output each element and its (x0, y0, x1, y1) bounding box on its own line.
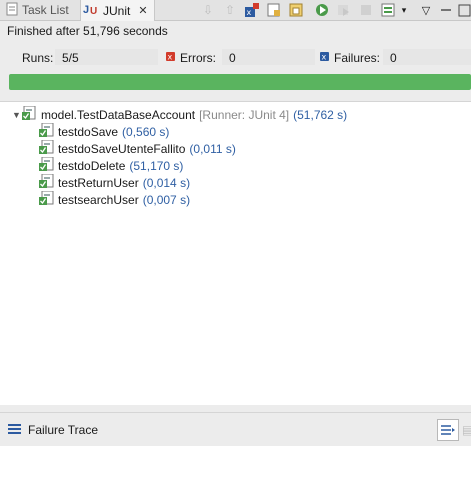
svg-text:J: J (83, 4, 89, 16)
runs-value: 5/5 (55, 49, 158, 65)
failure-trace-body (0, 446, 471, 479)
minimize-icon[interactable] (438, 2, 454, 18)
expand-triangle-icon[interactable]: ▼ (12, 110, 22, 120)
test-time: (0,560 s) (122, 124, 170, 139)
runs-label: Runs: (22, 51, 54, 65)
task-list-icon (6, 2, 18, 19)
test-row[interactable]: testReturnUser (0,014 s) (39, 173, 191, 192)
stop-icon[interactable] (358, 2, 374, 18)
failure-trace-header: Failure Trace ▤ (0, 412, 471, 447)
test-tree: ▼ model.TestDataBaseAccount [Runner: JUn… (0, 101, 471, 405)
run-status-text: Finished after 51,796 seconds (7, 24, 168, 38)
test-pass-icon (39, 156, 55, 175)
rerun-failed-icon[interactable] (336, 2, 352, 18)
failures-value: 0 (383, 49, 471, 65)
close-icon[interactable]: ✕ (138, 4, 147, 17)
test-name: testdoSaveUtenteFallito (58, 141, 186, 156)
test-pass-icon (39, 190, 55, 209)
test-name: testdoDelete (58, 158, 126, 173)
test-row[interactable]: testdoSave (0,560 s) (39, 122, 170, 141)
stack-trace-icon (8, 423, 22, 438)
suite-row[interactable]: ▼ model.TestDataBaseAccount [Runner: JUn… (12, 105, 348, 124)
next-failure-icon[interactable]: ⇩ (200, 2, 216, 18)
view-tab-bar: Task List JU JUnit ✕ ⇩ ⇧ x ▾ ▽ (0, 0, 471, 21)
previous-failure-icon[interactable]: ⇧ (222, 2, 238, 18)
svg-text:U: U (90, 6, 97, 16)
svg-text:x: x (247, 8, 252, 17)
error-icon: x (166, 52, 175, 61)
junit-icon: JU (83, 2, 99, 19)
filter-stack-trace-button[interactable] (437, 419, 459, 441)
suite-runner: [Runner: JUnit 4] (199, 107, 290, 122)
view-menu-icon[interactable]: ▽ (418, 2, 434, 18)
tab-task-list-label: Task List (22, 3, 69, 17)
scroll-lock-icon[interactable] (266, 2, 282, 18)
test-time: (0,014 s) (142, 175, 191, 190)
tab-junit[interactable]: JU JUnit ✕ (80, 0, 155, 21)
compare-result-icon[interactable]: ▤ (462, 423, 471, 437)
maximize-icon[interactable] (456, 2, 471, 18)
test-name: testdoSave (58, 124, 119, 139)
tab-task-list[interactable]: Task List (6, 0, 69, 20)
test-pass-icon (39, 173, 55, 192)
svg-text:x: x (168, 53, 173, 62)
test-row[interactable]: testdoSaveUtenteFallito (0,011 s) (39, 139, 236, 158)
suite-pass-icon (22, 105, 38, 124)
test-progress-fill (9, 74, 471, 90)
test-row[interactable]: testdoDelete (51,170 s) (39, 156, 184, 175)
history-icon[interactable] (288, 2, 304, 18)
test-pass-icon (39, 139, 55, 158)
test-name: testsearchUser (58, 192, 139, 207)
test-time: (0,007 s) (142, 192, 191, 207)
failure-trace-title: Failure Trace (28, 423, 99, 437)
failures-label: Failures: (334, 51, 381, 65)
svg-text:x: x (322, 53, 327, 62)
suite-time: (51,762 s) (293, 107, 348, 122)
history-dropdown-icon[interactable]: ▾ (396, 2, 412, 18)
failure-icon: x (320, 52, 329, 61)
errors-label: Errors: (180, 51, 216, 65)
test-time: (0,011 s) (189, 141, 236, 156)
suite-name: model.TestDataBaseAccount (41, 107, 196, 122)
tab-junit-label: JUnit (103, 3, 131, 18)
errors-value: 0 (222, 49, 315, 65)
test-row[interactable]: testsearchUser (0,007 s) (39, 190, 191, 209)
test-name: testReturnUser (58, 175, 139, 190)
test-progress-bar (9, 74, 471, 90)
show-failures-only-icon[interactable]: x (244, 2, 260, 18)
test-time: (51,170 s) (129, 158, 184, 173)
rerun-icon[interactable] (314, 2, 330, 18)
test-run-history-icon[interactable] (380, 2, 396, 18)
test-pass-icon (39, 122, 55, 141)
